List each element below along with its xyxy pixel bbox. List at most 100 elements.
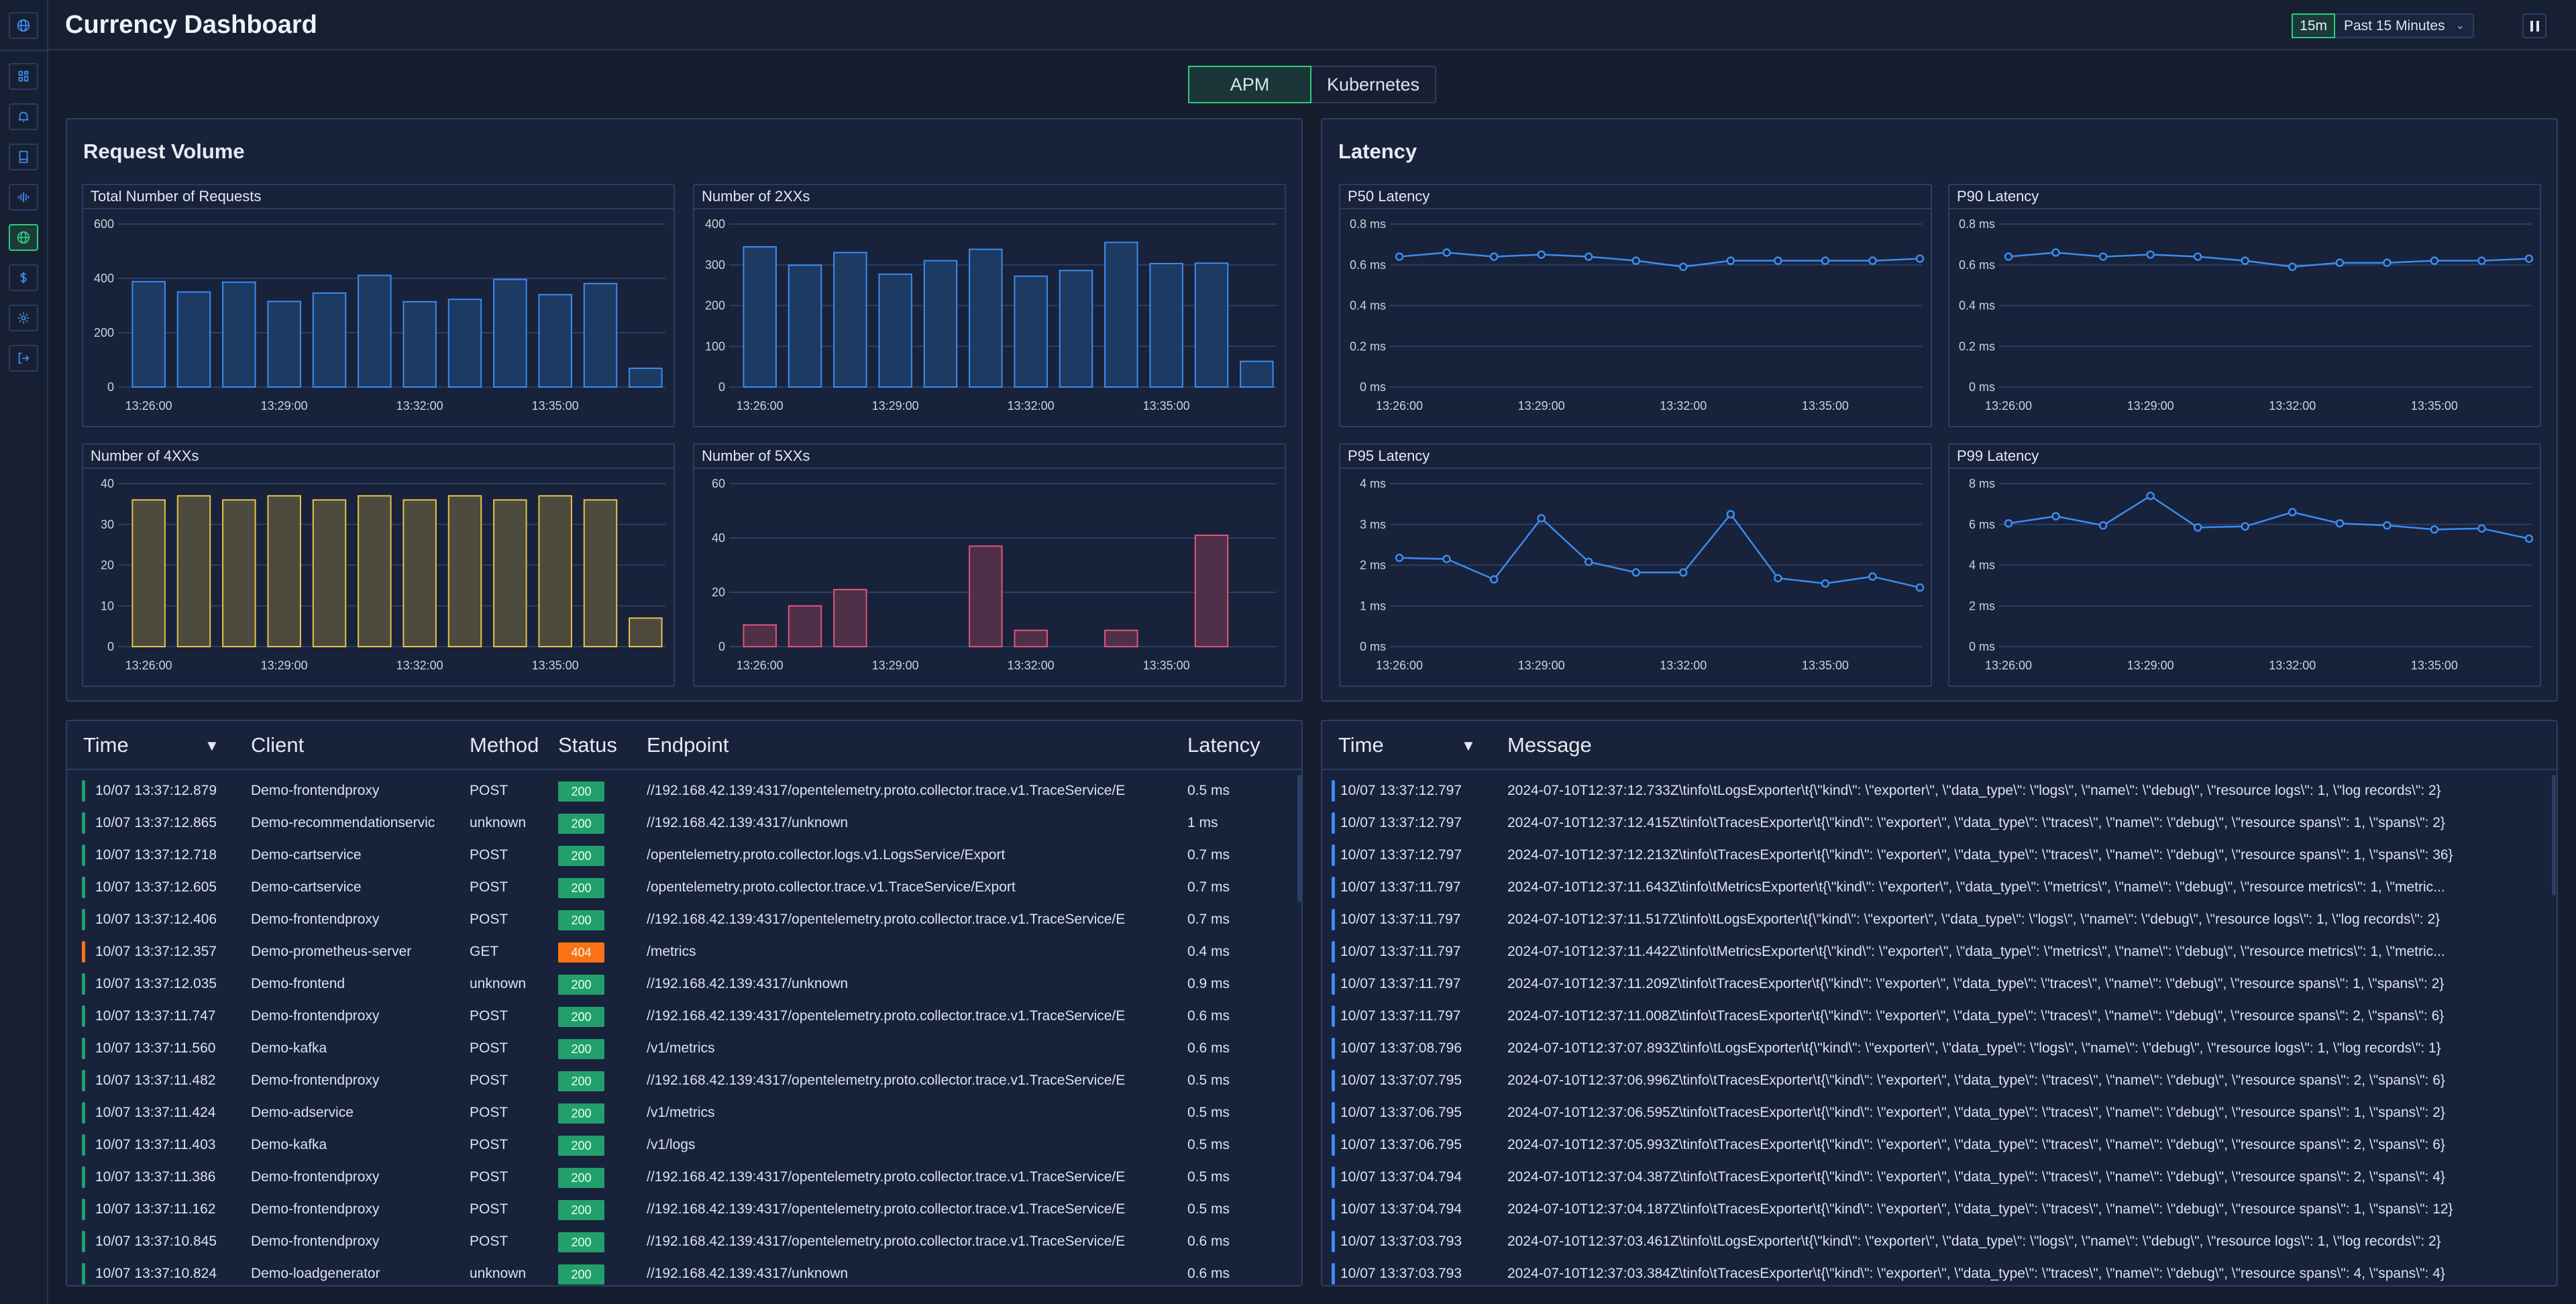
bar[interactable]: [969, 248, 1003, 388]
data-point[interactable]: [2146, 250, 2155, 259]
log-row[interactable]: 10/07 13:37:06.795 2024-07-10T12:37:05.99…: [1322, 1129, 2557, 1161]
data-point[interactable]: [2383, 521, 2392, 530]
log-row[interactable]: 10/07 13:37:06.795 2024-07-10T12:37:06.59…: [1322, 1097, 2557, 1129]
table-row[interactable]: 10/07 13:37:11.560 Demo-kafka POST 200/v1/m…: [67, 1032, 1301, 1065]
data-point[interactable]: [2477, 256, 2486, 265]
log-row[interactable]: 10/07 13:37:04.794 2024-07-10T12:37:04.38…: [1322, 1161, 2557, 1193]
data-point[interactable]: [2051, 512, 2060, 521]
data-point[interactable]: [2193, 252, 2202, 261]
bar[interactable]: [447, 495, 482, 647]
bar[interactable]: [402, 499, 437, 647]
log-row[interactable]: 10/07 13:37:12.797 2024-07-10T12:37:12.21…: [1322, 839, 2557, 871]
table-row[interactable]: 10/07 13:37:12.718 Demo-cartservice POST 20…: [67, 839, 1301, 871]
tab-kubernetes[interactable]: Kubernetes: [1311, 66, 1436, 103]
data-point[interactable]: [1442, 555, 1451, 563]
bar[interactable]: [222, 499, 256, 647]
data-point[interactable]: [2193, 523, 2202, 532]
data-point[interactable]: [2288, 508, 2297, 517]
bar[interactable]: [583, 499, 618, 647]
bar[interactable]: [743, 246, 777, 388]
bar[interactable]: [1104, 241, 1138, 388]
bar[interactable]: [629, 617, 663, 648]
data-point[interactable]: [2335, 519, 2345, 528]
data-point[interactable]: [1774, 256, 1782, 265]
bar[interactable]: [878, 273, 912, 388]
data-point[interactable]: [2241, 522, 2249, 531]
column-endpoint[interactable]: Endpoint: [647, 733, 729, 757]
bar[interactable]: [538, 294, 572, 388]
table-row[interactable]: 10/07 13:37:11.386 Demo-frontendproxy POST…: [67, 1161, 1301, 1193]
data-point[interactable]: [1868, 572, 1877, 581]
log-row[interactable]: 10/07 13:37:11.797 2024-07-10T12:37:11.20…: [1322, 968, 2557, 1000]
sidebar-item-dashboards[interactable]: [9, 63, 38, 90]
sidebar-item-cost[interactable]: [9, 264, 38, 291]
column-client[interactable]: Client: [251, 733, 304, 757]
table-row[interactable]: 10/07 13:37:11.747 Demo-frontendproxy POST…: [67, 1000, 1301, 1032]
bar[interactable]: [629, 368, 663, 388]
data-point[interactable]: [1489, 575, 1499, 584]
data-point[interactable]: [2383, 258, 2392, 267]
bar[interactable]: [1194, 262, 1229, 388]
bar[interactable]: [788, 264, 822, 388]
sidebar-item-logout[interactable]: [9, 345, 38, 372]
bar[interactable]: [267, 301, 301, 388]
data-point[interactable]: [1726, 510, 1735, 519]
pause-button[interactable]: [2522, 13, 2546, 38]
sort-down-icon[interactable]: ▼: [205, 737, 219, 755]
bar[interactable]: [788, 605, 822, 647]
data-point[interactable]: [1915, 583, 1925, 592]
bar[interactable]: [131, 499, 166, 647]
bar[interactable]: [1014, 275, 1048, 388]
bar[interactable]: [358, 495, 392, 647]
log-row[interactable]: 10/07 13:37:03.793 2024-07-10T12:37:03.38…: [1322, 1258, 2557, 1285]
data-point[interactable]: [1584, 557, 1593, 566]
column-status[interactable]: Status: [558, 733, 617, 757]
data-point[interactable]: [1868, 256, 1877, 265]
data-point[interactable]: [1631, 568, 1640, 577]
log-row[interactable]: 10/07 13:37:11.797 2024-07-10T12:37:11.00…: [1322, 1000, 2557, 1032]
data-point[interactable]: [2146, 491, 2155, 500]
sort-down-icon[interactable]: ▼: [1461, 737, 1476, 755]
bar[interactable]: [923, 260, 958, 388]
bar[interactable]: [493, 278, 527, 388]
table-row[interactable]: 10/07 13:37:12.879 Demo-frontendproxy POST…: [67, 775, 1301, 807]
column-latency[interactable]: Latency: [1187, 733, 1260, 757]
column-time[interactable]: Time: [83, 733, 129, 757]
table-row[interactable]: 10/07 13:37:11.482 Demo-frontendproxy POST…: [67, 1065, 1301, 1097]
bar[interactable]: [1149, 262, 1183, 388]
sidebar-item-signals[interactable]: [9, 184, 38, 211]
bar[interactable]: [1104, 629, 1138, 647]
bar[interactable]: [833, 252, 867, 388]
data-point[interactable]: [2430, 525, 2439, 534]
bar[interactable]: [222, 281, 256, 388]
data-point[interactable]: [1395, 252, 1404, 261]
data-point[interactable]: [2524, 254, 2534, 263]
bar[interactable]: [176, 291, 211, 388]
log-row[interactable]: 10/07 13:37:12.797 2024-07-10T12:37:12.73…: [1322, 775, 2557, 807]
bar[interactable]: [312, 292, 347, 388]
bar[interactable]: [131, 280, 166, 388]
data-point[interactable]: [2524, 534, 2534, 543]
bar[interactable]: [1059, 270, 1093, 388]
data-point[interactable]: [1395, 553, 1404, 562]
bar[interactable]: [176, 495, 211, 647]
bar[interactable]: [833, 588, 867, 647]
bar[interactable]: [1240, 360, 1274, 388]
table-row[interactable]: 10/07 13:37:11.424 Demo-adservice POST 200 /…: [67, 1097, 1301, 1129]
log-row[interactable]: 10/07 13:37:08.796 2024-07-10T12:37:07.89…: [1322, 1032, 2557, 1065]
sidebar-item-alerts[interactable]: [9, 103, 38, 130]
data-point[interactable]: [1631, 256, 1640, 265]
bar[interactable]: [1014, 629, 1048, 647]
tab-apm[interactable]: APM: [1188, 66, 1311, 103]
bar[interactable]: [493, 499, 527, 647]
table-row[interactable]: 10/07 13:37:12.406 Demo-frontendproxy POST…: [67, 904, 1301, 936]
log-row[interactable]: 10/07 13:37:04.794 2024-07-10T12:37:04.18…: [1322, 1193, 2557, 1226]
table-row[interactable]: 10/07 13:37:11.403 Demo-kafka POST 200/v1/l…: [67, 1129, 1301, 1161]
data-point[interactable]: [1679, 568, 1688, 577]
data-point[interactable]: [1774, 574, 1782, 583]
sidebar-item-settings[interactable]: [9, 305, 38, 331]
log-row[interactable]: 10/07 13:37:11.797 2024-07-10T12:37:11.44…: [1322, 936, 2557, 968]
data-point[interactable]: [2241, 256, 2249, 265]
log-row[interactable]: 10/07 13:37:11.797 2024-07-10T12:37:11.51…: [1322, 904, 2557, 936]
data-point[interactable]: [1584, 252, 1593, 261]
